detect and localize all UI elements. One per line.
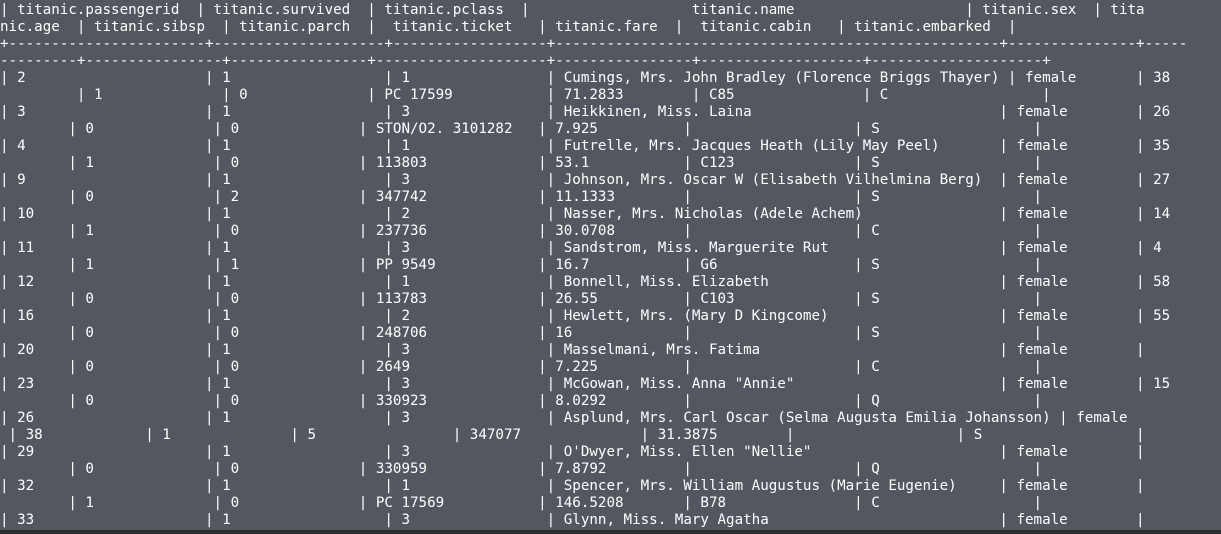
table-row-line: | 0 | 0 | 248706 | 16 | | S | [0, 325, 1043, 341]
table-row-line: | 1 | 1 | PP 9549 | 16.7 | G6 | S | [0, 257, 1043, 273]
table-row-line: | 20 | 1 | 3 | Masselmani, Mrs. Fatima |… [0, 342, 1145, 358]
table-row-line: | 9 | 1 | 3 | Johnson, Mrs. Oscar W (Eli… [0, 172, 1171, 188]
table-row-line: | 23 | 1 | 3 | McGowan, Miss. Anna "Anni… [0, 376, 1171, 392]
table-row-line: | 33 | 1 | 3 | Glynn, Miss. Mary Agatha … [0, 512, 1145, 528]
terminal-bottom-border [0, 530, 1221, 534]
table-row-line: | 3 | 1 | 3 | Heikkinen, Miss. Laina | f… [0, 104, 1171, 120]
table-row-line: | 1 | 0 | 113803 | 53.1 | C123 | S | [0, 155, 1043, 171]
table-row-line: | 0 | 0 | 330959 | 7.8792 | | Q | [0, 461, 1043, 477]
table-row-line: | 29 | 1 | 3 | O'Dwyer, Miss. Ellen "Nel… [0, 444, 1145, 460]
table-row-line: | 16 | 1 | 2 | Hewlett, Mrs. (Mary D Kin… [0, 308, 1171, 324]
table-row-line: | 0 | 0 | 113783 | 26.55 | C103 | S | [0, 291, 1043, 307]
table-row-line: | 0 | 0 | 330923 | 8.0292 | | Q | [0, 393, 1043, 409]
table-row-line: | 10 | 1 | 2 | Nasser, Mrs. Nicholas (Ad… [0, 206, 1171, 222]
table-row-line: | 0 | 0 | 2649 | 7.225 | | C | [0, 359, 1043, 375]
table-row-line: | 2 | 1 | 1 | Cumings, Mrs. John Bradley… [0, 70, 1171, 86]
table-row-line: | 26 | 1 | 3 | Asplund, Mrs. Carl Oscar … [0, 410, 1128, 426]
table-row-line: | 38 | 1 | 5 | 347077 | 31.3875 | | S | [0, 427, 1145, 443]
table-row-line: | 1 | 0 | PC 17569 | 146.5208 | B78 | C … [0, 495, 1043, 511]
table-row-line: | 0 | 0 | STON/O2. 3101282 | 7.925 | | S… [0, 121, 1043, 137]
table-row-line: | 0 | 2 | 347742 | 11.1333 | | S | [0, 189, 1043, 205]
table-row-line: | 4 | 1 | 1 | Futrelle, Mrs. Jacques Hea… [0, 138, 1171, 154]
table-row-line: | 1 | 0 | PC 17599 | 71.2833 | C85 | C | [0, 87, 1051, 103]
table-separator-line: ---------+----------------+-------------… [0, 53, 1051, 69]
table-separator-line: +-----------------------+---------------… [0, 36, 1188, 52]
table-row-line: | 1 | 0 | 237736 | 30.0708 | | C | [0, 223, 1043, 239]
terminal-window[interactable]: | titanic.passengerid | titanic.survived… [0, 0, 1221, 530]
table-header-line: | titanic.passengerid | titanic.survived… [0, 2, 1145, 18]
table-row-line: | 11 | 1 | 3 | Sandstrom, Miss. Margueri… [0, 240, 1162, 256]
table-row-line: | 12 | 1 | 1 | Bonnell, Miss. Elizabeth … [0, 274, 1171, 290]
table-row-line: | 32 | 1 | 1 | Spencer, Mrs. William Aug… [0, 478, 1145, 494]
table-header-line: nic.age | titanic.sibsp | titanic.parch … [0, 19, 1017, 35]
